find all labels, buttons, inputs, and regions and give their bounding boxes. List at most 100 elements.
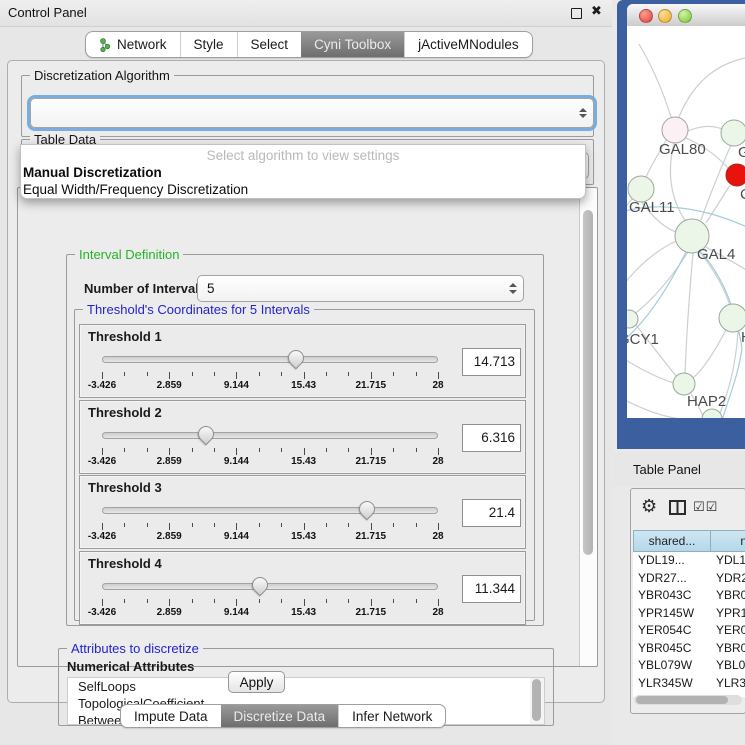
tick-mark bbox=[124, 599, 125, 603]
tick-label: -3.426 bbox=[88, 456, 116, 467]
slider-tick-labels: -3.4262.8599.14415.4321.71528 bbox=[102, 607, 438, 619]
threshold-slider[interactable] bbox=[102, 498, 438, 522]
split-view-icon[interactable] bbox=[669, 500, 686, 520]
threshold-slider[interactable] bbox=[102, 423, 438, 447]
list-scrollbar-thumb[interactable] bbox=[532, 679, 541, 721]
tick-mark bbox=[371, 448, 372, 455]
tick-mark bbox=[326, 448, 327, 452]
network-edge[interactable] bbox=[688, 126, 722, 131]
combo-stepper-icon bbox=[507, 276, 519, 301]
panel-scrollbar[interactable] bbox=[579, 188, 597, 666]
select-columns-icon[interactable]: ☑☑ bbox=[693, 500, 718, 515]
slider-tick-labels: -3.4262.8599.14415.4321.71528 bbox=[102, 380, 438, 392]
network-canvas[interactable]: GAL80GACGAL11GAL4GCY1HHAP2 bbox=[627, 26, 745, 418]
table-row[interactable]: YPR145WYPR1 bbox=[633, 605, 745, 623]
threshold-value-field[interactable]: 14.713 bbox=[462, 348, 521, 376]
cell-name: YPR1 bbox=[716, 605, 745, 623]
tab-cyni-toolbox[interactable]: Cyni Toolbox bbox=[301, 32, 404, 57]
network-node[interactable] bbox=[702, 409, 722, 418]
network-node-ga[interactable] bbox=[721, 120, 745, 146]
slider-thumb[interactable] bbox=[249, 573, 272, 596]
slider-tick-labels: -3.4262.8599.14415.4321.71528 bbox=[102, 456, 438, 468]
network-node-h[interactable] bbox=[719, 304, 745, 332]
tick-label: 15.43 bbox=[291, 531, 316, 542]
tick-label: 9.144 bbox=[224, 456, 249, 467]
network-node-gal80[interactable] bbox=[662, 117, 688, 143]
node-label-gcy1: GCY1 bbox=[627, 331, 659, 348]
table-row[interactable]: YBL079WYBL0 bbox=[633, 657, 745, 675]
network-edge[interactable] bbox=[627, 398, 681, 418]
network-edge[interactable] bbox=[693, 330, 726, 378]
tick-mark bbox=[348, 448, 349, 452]
table-row[interactable]: YBR043CYBR0 bbox=[633, 587, 745, 605]
dropdown-item-equal-width-frequency-discretization[interactable]: Equal Width/Frequency Discretization bbox=[21, 181, 585, 198]
threshold-value-field[interactable]: 21.4 bbox=[462, 499, 521, 527]
threshold-value-field[interactable]: 11.344 bbox=[462, 575, 521, 603]
slider-thumb[interactable] bbox=[195, 422, 218, 445]
network-edge[interactable] bbox=[633, 252, 688, 315]
tick-label: 21.715 bbox=[356, 456, 387, 467]
column-header-shared-[interactable]: shared... bbox=[633, 530, 711, 552]
network-edge[interactable] bbox=[706, 185, 730, 223]
apply-button[interactable]: Apply bbox=[228, 671, 285, 693]
column-header-na[interactable]: na bbox=[710, 530, 745, 552]
network-edge[interactable] bbox=[679, 58, 745, 117]
threshold-slider[interactable] bbox=[102, 574, 438, 598]
close-icon[interactable]: ✖ bbox=[591, 4, 602, 19]
tick-mark bbox=[236, 372, 237, 379]
table-horizontal-scrollbar-thumb[interactable] bbox=[636, 696, 728, 704]
number-of-intervals-select[interactable]: 5 bbox=[197, 275, 524, 302]
close-traffic-light-icon[interactable] bbox=[639, 9, 653, 23]
tab-jactivemnodules[interactable]: jActiveMNodules bbox=[404, 32, 532, 57]
tick-mark bbox=[147, 372, 148, 376]
cell-name: YER0 bbox=[716, 622, 745, 640]
slider-track[interactable] bbox=[102, 583, 438, 590]
tick-mark bbox=[416, 448, 417, 452]
table-row[interactable]: YLR345WYLR3 bbox=[633, 675, 745, 693]
tab-infer-network[interactable]: Infer Network bbox=[338, 705, 445, 727]
table-row[interactable]: YER054CYER0 bbox=[633, 622, 745, 640]
network-edge[interactable] bbox=[627, 241, 676, 288]
table-row[interactable]: YDL19...YDL1 bbox=[633, 552, 745, 570]
network-graph[interactable]: GAL80GACGAL11GAL4GCY1HHAP2 bbox=[627, 26, 745, 418]
network-node-hap2[interactable] bbox=[673, 373, 695, 395]
cell-name: YDR2 bbox=[716, 570, 745, 588]
cell-shared-name: YBR043C bbox=[638, 587, 710, 605]
interval-definition-group: Interval Definition Number of Intervals … bbox=[66, 254, 544, 626]
slider-track[interactable] bbox=[102, 356, 438, 363]
tab-style[interactable]: Style bbox=[180, 32, 237, 57]
tab-discretize-data[interactable]: Discretize Data bbox=[221, 705, 339, 727]
network-edge[interactable] bbox=[685, 253, 693, 374]
network-node-c[interactable] bbox=[726, 164, 745, 186]
tick-mark bbox=[326, 372, 327, 376]
threshold-slider[interactable] bbox=[102, 347, 438, 371]
panel-scrollbar-thumb[interactable] bbox=[583, 210, 593, 555]
panel-title: Control Panel bbox=[8, 5, 87, 20]
table-horizontal-scrollbar[interactable] bbox=[634, 695, 742, 705]
slider-thumb[interactable] bbox=[356, 498, 379, 521]
zoom-traffic-light-icon[interactable] bbox=[678, 9, 692, 23]
slider-track[interactable] bbox=[102, 432, 438, 439]
tick-mark bbox=[236, 448, 237, 455]
slider-thumb[interactable] bbox=[285, 347, 308, 370]
gear-icon[interactable]: ⚙ bbox=[641, 496, 657, 517]
tab-select[interactable]: Select bbox=[237, 32, 302, 57]
slider-ticks bbox=[102, 448, 438, 456]
network-edge[interactable] bbox=[627, 357, 674, 383]
network-edge[interactable] bbox=[639, 44, 671, 117]
tick-mark bbox=[259, 523, 260, 527]
float-window-icon[interactable] bbox=[571, 8, 582, 19]
dropdown-item-manual-discretization[interactable]: Manual Discretization bbox=[21, 164, 585, 181]
table-row[interactable]: YDR27...YDR2 bbox=[633, 570, 745, 588]
table-row[interactable]: YBR045CYBR0 bbox=[633, 640, 745, 658]
minimize-traffic-light-icon[interactable] bbox=[658, 9, 672, 23]
attribute-item-selfloops[interactable]: SelfLoops bbox=[68, 678, 544, 695]
slider-track[interactable] bbox=[102, 507, 438, 514]
algorithm-select[interactable] bbox=[30, 98, 594, 128]
threshold-value-field[interactable]: 6.316 bbox=[462, 424, 521, 452]
tab-network[interactable]: Network bbox=[86, 32, 180, 57]
network-window-titlebar[interactable] bbox=[627, 4, 745, 27]
tab-impute-data[interactable]: Impute Data bbox=[121, 705, 221, 727]
tick-mark bbox=[147, 523, 148, 527]
list-scrollbar[interactable] bbox=[530, 678, 544, 724]
